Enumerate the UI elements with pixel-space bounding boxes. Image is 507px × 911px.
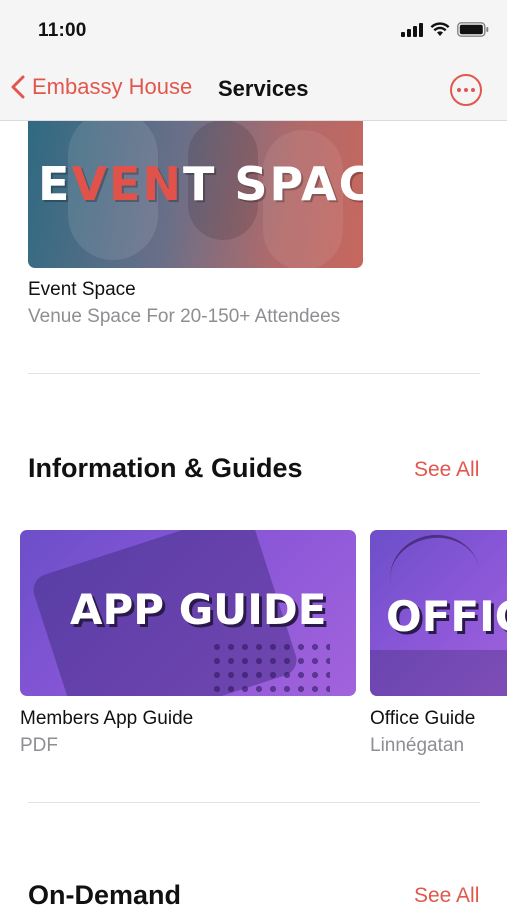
office-guide-image[interactable]: OFFIC [370, 530, 507, 696]
back-button[interactable]: Embassy House [10, 74, 192, 100]
chevron-left-icon [11, 75, 25, 99]
back-label: Embassy House [32, 74, 193, 99]
wifi-icon [430, 22, 450, 36]
more-dot-icon [457, 88, 461, 92]
desk-photo-shape [370, 650, 507, 696]
photo-texture [210, 640, 330, 696]
status-bar: 11:00 [0, 0, 507, 62]
office-guide-subtitle: Linnégatan [370, 735, 465, 756]
section-divider [28, 373, 480, 374]
members-app-guide-subtitle: PDF [20, 735, 58, 756]
app-guide-art-text: APP GUIDE [70, 585, 327, 634]
section-divider [28, 802, 480, 803]
members-app-guide-image[interactable]: APP GUIDE [20, 530, 356, 696]
office-guide-art-text: OFFIC [386, 592, 507, 641]
see-all-information-guides-button[interactable]: See All [414, 458, 479, 482]
cellular-signal-icon [401, 22, 423, 37]
event-space-image[interactable]: EVENT SPACE [28, 100, 363, 268]
event-space-subtitle: Venue Space For 20-150+ Attendees [28, 306, 341, 327]
section-title-information-guides: Information & Guides [28, 453, 303, 483]
status-time: 11:00 [38, 20, 87, 41]
members-app-guide-title[interactable]: Members App Guide [20, 708, 193, 730]
navigation-bar: Embassy House Services [0, 62, 507, 121]
event-space-title[interactable]: Event Space [28, 279, 136, 301]
more-options-button[interactable] [450, 74, 482, 106]
more-dot-icon [471, 88, 475, 92]
battery-icon [457, 22, 489, 37]
page-title: Services [218, 76, 309, 101]
office-guide-title[interactable]: Office Guide [370, 708, 475, 730]
see-all-on-demand-button[interactable]: See All [414, 884, 479, 908]
event-space-art-text: EVENT SPACE [38, 157, 363, 211]
status-icons [401, 22, 489, 37]
section-title-on-demand: On-Demand [28, 880, 182, 910]
more-dot-icon [464, 88, 468, 92]
